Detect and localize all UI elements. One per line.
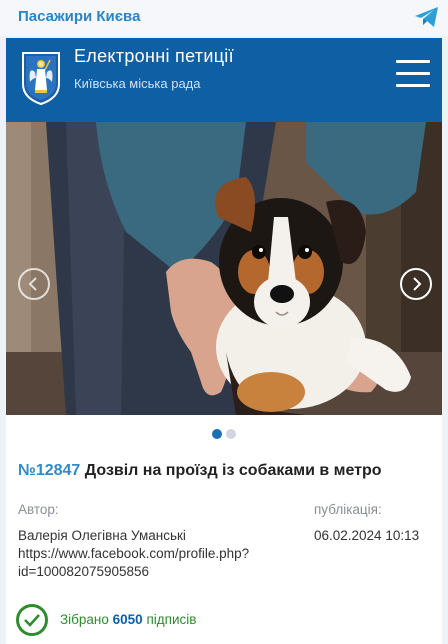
signatures-count: 6050 [112, 612, 143, 627]
signatures-text: Зібрано 6050 підписів [60, 612, 196, 627]
telegram-icon[interactable] [414, 5, 440, 29]
petition-title: №12847 Дозвіл на проїзд із собаками в ме… [18, 462, 432, 480]
kyiv-crest-icon[interactable] [20, 50, 62, 106]
published-label: публікація: [314, 502, 382, 517]
channel-title[interactable]: Пасажири Києва [18, 8, 140, 25]
photo-carousel[interactable] [6, 122, 442, 415]
site-header: Електронні петиції Київська міська рада [6, 38, 442, 122]
check-circle-icon [16, 604, 48, 636]
chevron-left-icon [28, 277, 37, 291]
signatures-suffix: підписів [146, 612, 197, 627]
author-link-line-2[interactable]: id=100082075905856 [18, 563, 149, 580]
telegram-channel-header: Пасажири Києва [0, 0, 448, 36]
carousel-dot[interactable] [226, 429, 236, 439]
site-subtitle: Київська міська рада [74, 76, 201, 91]
carousel-indicators [6, 426, 442, 439]
petition-card: Електронні петиції Київська міська рада [6, 38, 442, 644]
petition-number[interactable]: №12847 [18, 462, 80, 479]
published-date: 06.02.2024 10:13 [314, 528, 420, 543]
petition-title-text: Дозвіл на проїзд із собаками в метро [84, 462, 382, 479]
author-name: Валерія Олегівна Уманські [18, 528, 186, 543]
carousel-next-button[interactable] [400, 268, 432, 300]
carousel-prev-button[interactable] [18, 268, 50, 300]
puppy-photo [6, 122, 442, 415]
hamburger-menu-icon[interactable] [396, 58, 432, 88]
carousel-dot[interactable] [212, 429, 222, 439]
chevron-right-icon [413, 277, 422, 291]
author-label: Автор: [18, 502, 59, 517]
signatures-status: Зібрано 6050 підписів [16, 604, 436, 640]
site-title: Електронні петиції [74, 46, 234, 66]
author-link-line-1[interactable]: https://www.facebook.com/profile.php? [18, 545, 249, 562]
signatures-prefix: Зібрано [60, 612, 109, 627]
